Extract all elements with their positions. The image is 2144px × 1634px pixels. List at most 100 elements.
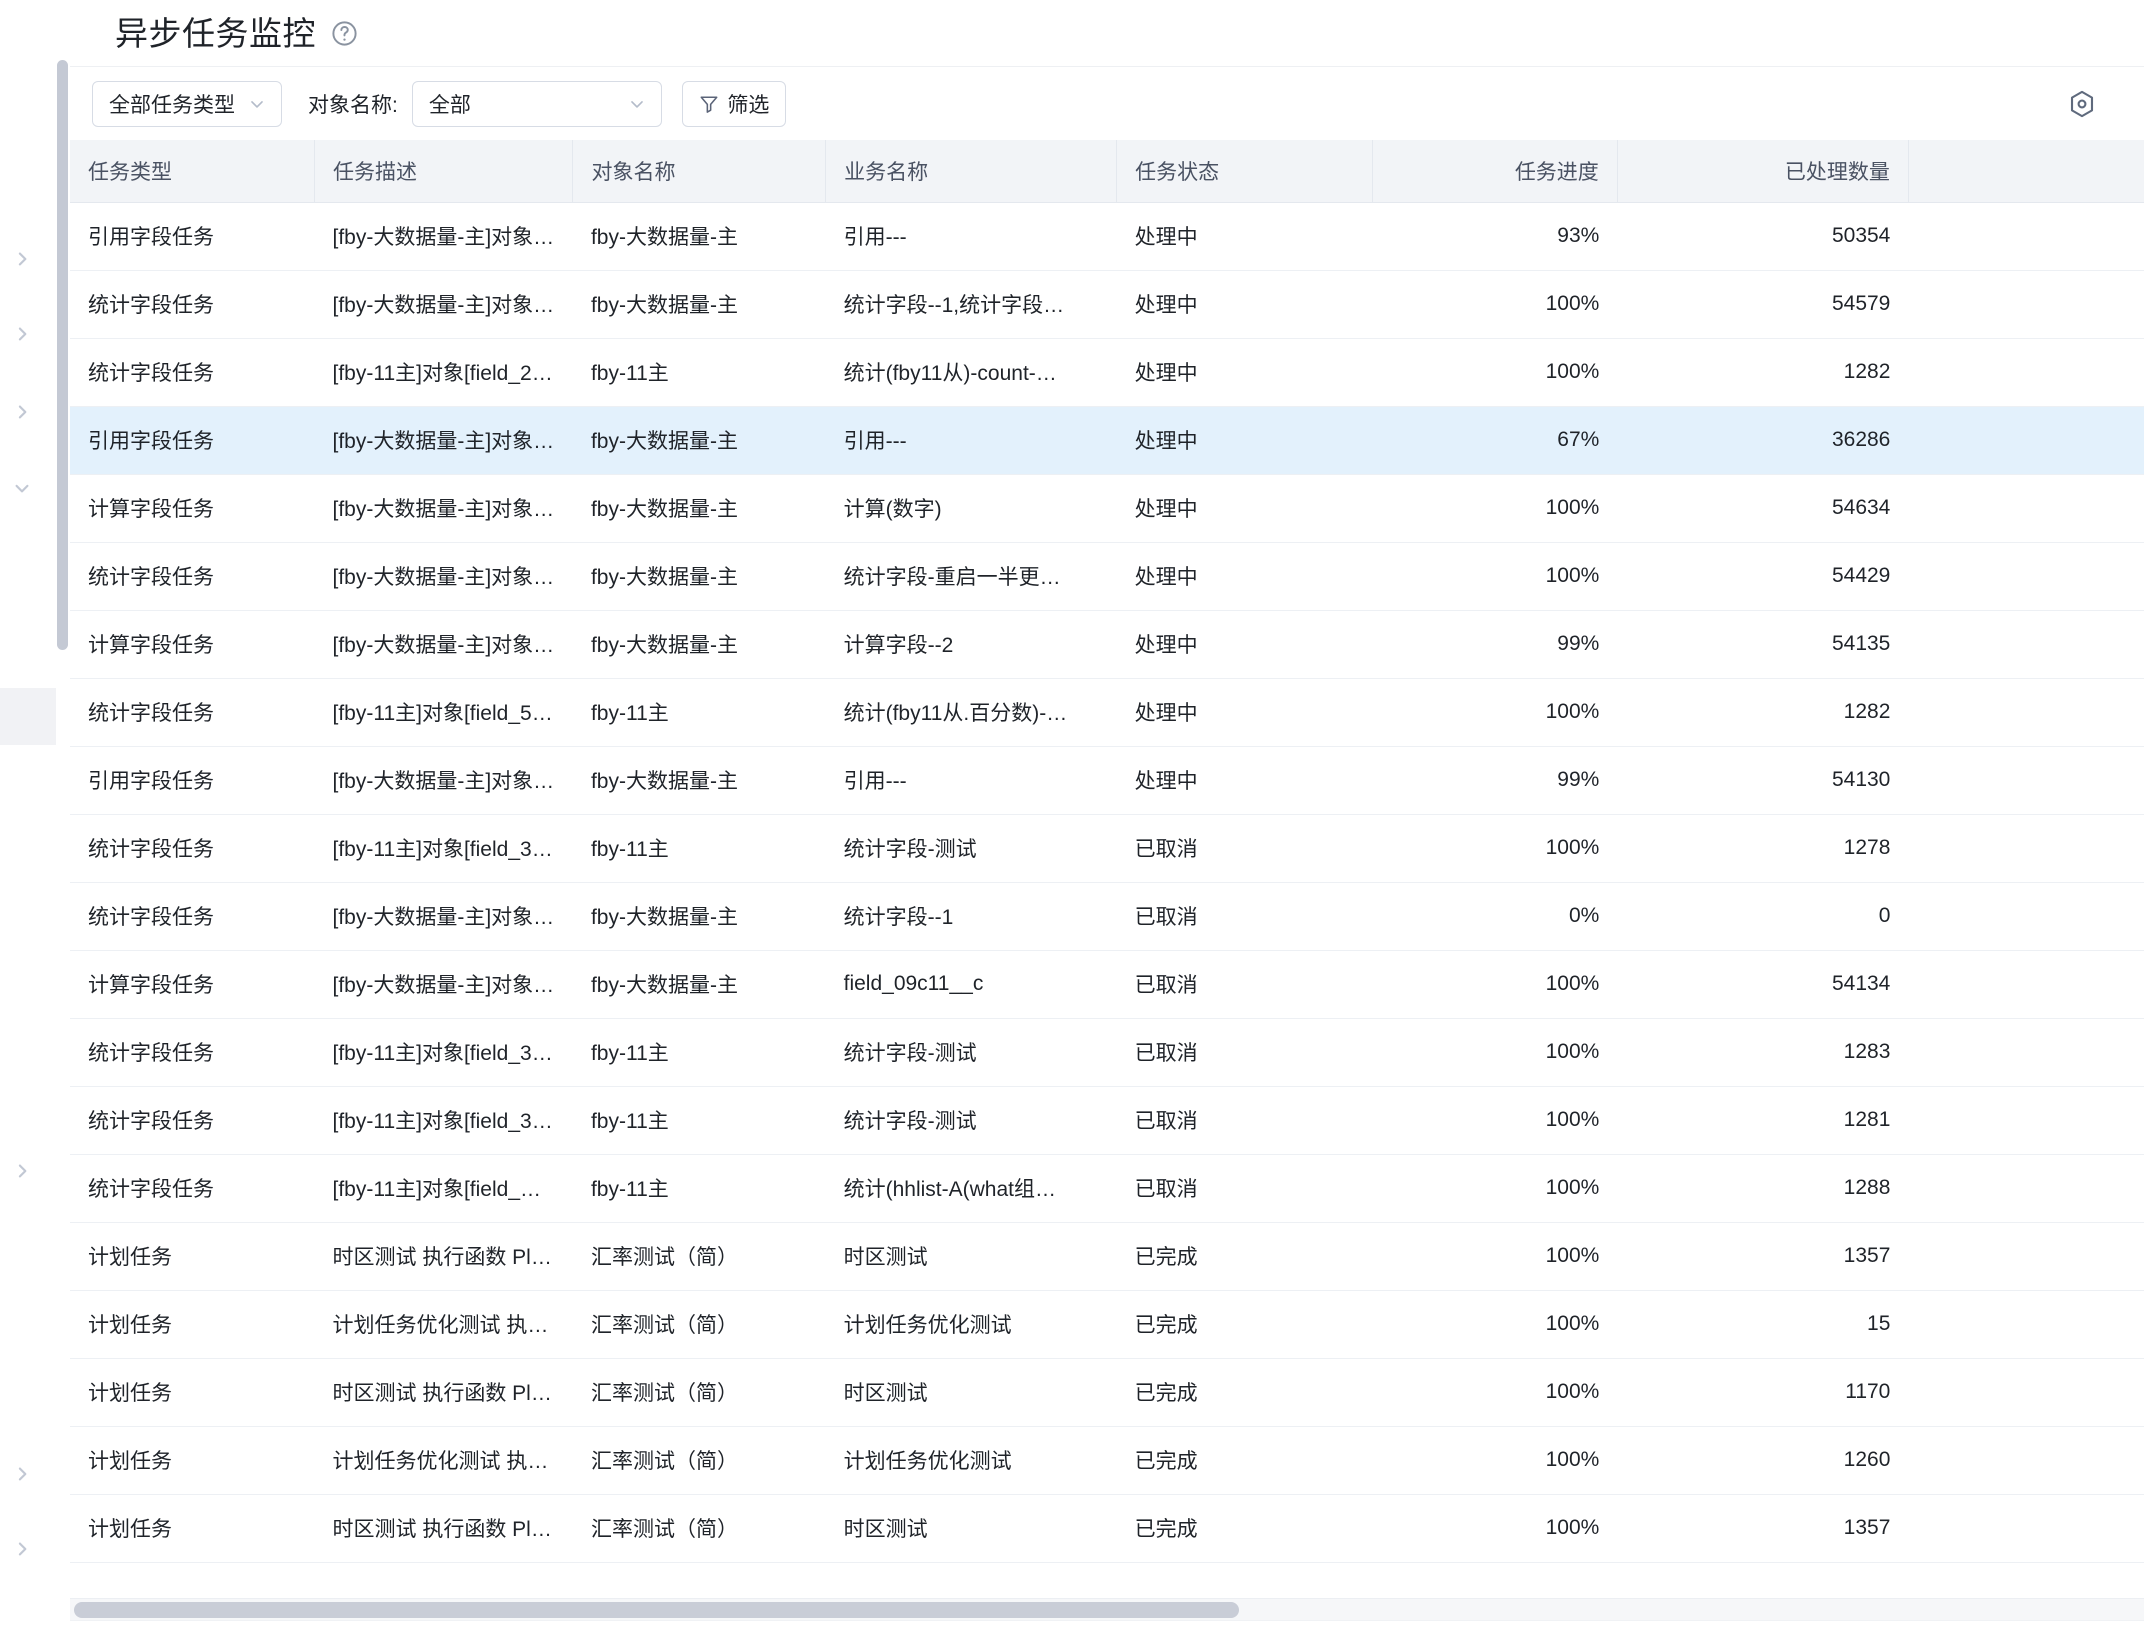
task-type-select[interactable]: 全部任务类型 [92, 81, 282, 127]
cell-task_type: 引用字段任务 [70, 746, 315, 815]
table-row[interactable]: 统计字段任务 [fby-大数据量-主]对象… fby-大数据量-主 统计字段-重启一半… [70, 542, 2144, 611]
table-row[interactable]: 统计字段任务 [fby-11主]对象[field_3… fby-11主 统计字段-测试… [70, 1018, 2144, 1087]
column-header-processed_count[interactable]: 已处理数量 [1617, 140, 1909, 203]
cell-task_type: 计划任务 [70, 1222, 315, 1291]
cell-task_type: 统计字段任务 [70, 338, 315, 407]
column-header-task_desc[interactable]: 任务描述 [314, 140, 574, 203]
cell-business_name: field_09c11__c [825, 950, 1117, 1019]
cell-total_count [1908, 1494, 2144, 1563]
cell-total_count [1908, 746, 2144, 815]
table-row[interactable]: 引用字段任务 [fby-大数据量-主]对象… fby-大数据量-主 引用--- 处理中 9… [70, 746, 2144, 815]
cell-task_status: 已完成 [1116, 1222, 1373, 1291]
column-header-task_status[interactable]: 任务状态 [1116, 140, 1374, 203]
task-table-scroll-container[interactable]: 任务类型任务描述对象名称业务名称任务状态任务进度已处理数量总 引用字段任务[fb… [70, 140, 2144, 1592]
cell-task_progress: 100% [1372, 1222, 1618, 1291]
table-row[interactable]: 计划任务 时区测试 执行函数 Pl… 汇率测试（简） 时区测试 已完成 100% 1357 [70, 1494, 2144, 1563]
table-row[interactable]: 计划任务 时区测试 执行函数 Pl… 汇率测试（简） 时区测试 已完成 100% 1357 [70, 1222, 2144, 1291]
column-header-object_name[interactable]: 对象名称 [572, 140, 827, 203]
horizontal-scrollbar-track[interactable] [70, 1598, 2144, 1620]
cell-total_count [1908, 1086, 2144, 1155]
table-row[interactable]: 计划任务 时区测试 执行函数 Pl… 汇率测试（简） 时区测试 已完成 100% 1170 [70, 1358, 2144, 1427]
chevron-right-icon[interactable] [8, 1157, 36, 1185]
cell-total_count [1908, 1290, 2144, 1359]
table-row[interactable]: 计算字段任务 [fby-大数据量-主]对象… fby-大数据量-主 计算字段--2 处理… [70, 610, 2144, 679]
cell-processed_count: 1357 [1617, 1222, 1909, 1291]
cell-task_type: 统计字段任务 [70, 542, 315, 611]
cell-task_type: 计划任务 [70, 1290, 315, 1359]
cell-task_desc: [fby-大数据量-主]对象… [314, 746, 573, 815]
cell-task_type: 统计字段任务 [70, 814, 315, 883]
cell-total_count [1908, 1154, 2144, 1223]
cell-total_count [1908, 542, 2144, 611]
cell-task_desc: 时区测试 执行函数 Pl… [314, 1494, 573, 1563]
hex-gear-icon[interactable] [2060, 82, 2104, 126]
column-header-task_progress[interactable]: 任务进度 [1372, 140, 1618, 203]
cell-task_progress: 100% [1372, 338, 1618, 407]
chevron-right-icon[interactable] [8, 245, 36, 273]
object-name-select[interactable]: 全部 [411, 81, 662, 127]
chevron-right-icon[interactable] [8, 320, 36, 348]
table-row[interactable]: 计算字段任务 [fby-大数据量-主]对象… fby-大数据量-主 计算(数字) 处理中… [70, 474, 2144, 543]
cell-task_type: 统计字段任务 [70, 1086, 315, 1155]
column-header-business_name[interactable]: 业务名称 [825, 140, 1118, 203]
chevron-right-icon[interactable] [8, 398, 36, 426]
table-row[interactable]: 计划任务 计划任务优化测试 执… 汇率测试（简） 计划任务优化测试 已完成 100% 15 [70, 1290, 2144, 1359]
cell-task_type: 统计字段任务 [70, 678, 315, 747]
cell-total_count [1908, 678, 2144, 747]
cell-task_type: 计划任务 [70, 1358, 315, 1427]
question-circle-icon[interactable] [330, 19, 359, 48]
horizontal-scrollbar-thumb[interactable] [74, 1602, 1239, 1618]
cell-business_name: 引用--- [825, 746, 1117, 815]
chevron-right-icon[interactable] [8, 1460, 36, 1488]
table-row[interactable]: 计划任务 计划任务优化测试 执… 汇率测试（简） 计划任务优化测试 已完成 100% 126… [70, 1426, 2144, 1495]
cell-task_status: 已取消 [1116, 1154, 1373, 1223]
cell-business_name: 统计(hhlist-A(what组… [825, 1154, 1117, 1223]
cell-task_status: 处理中 [1116, 542, 1373, 611]
table-row[interactable]: 统计字段任务 [fby-11主]对象[field_2… fby-11主 统计(fby1… [70, 338, 2144, 407]
table-row[interactable]: 统计字段任务 [fby-11主]对象[field_5… fby-11主 统计(fby1… [70, 678, 2144, 747]
chevron-down-icon[interactable] [8, 474, 36, 502]
async-task-monitor-page: 异步任务监控 全部任务类型 对象名称: 全部 筛选 任务类型 任务描述 对象名称… [0, 0, 2144, 1634]
table-row[interactable]: 引用字段任务 [fby-大数据量-主]对象… fby-大数据量-主 引用--- 处理中 9… [70, 202, 2144, 271]
cell-task_type: 计划任务 [70, 1494, 315, 1563]
cell-object_name: fby-大数据量-主 [572, 950, 826, 1019]
cell-processed_count: 36286 [1617, 406, 1909, 475]
cell-task_progress: 100% [1372, 814, 1618, 883]
cell-business_name: 统计字段-测试 [825, 814, 1117, 883]
filter-button-label: 筛选 [727, 94, 770, 117]
cell-object_name: fby-大数据量-主 [572, 474, 826, 543]
bottom-strip [70, 1620, 2144, 1634]
chevron-right-icon[interactable] [8, 1535, 36, 1563]
table-row[interactable]: 引用字段任务 [fby-大数据量-主]对象… fby-大数据量-主 引用--- 处理中 6… [70, 406, 2144, 475]
column-header-total_count[interactable]: 总 [1908, 140, 2144, 203]
table-row[interactable]: 统计字段任务 [fby-大数据量-主]对象… fby-大数据量-主 统计字段--1,统… [70, 270, 2144, 339]
cell-processed_count: 1278 [1617, 814, 1909, 883]
column-header-task_type[interactable]: 任务类型 [70, 140, 315, 203]
object-name-label: 对象名称: [308, 94, 398, 117]
cell-business_name: 计划任务优化测试 [825, 1290, 1117, 1359]
cell-task_desc: [fby-11主]对象[field_Y… [314, 1154, 573, 1223]
table-row[interactable]: 统计字段任务 [fby-11主]对象[field_3… fby-11主 统计字段-测试… [70, 1086, 2144, 1155]
table-row[interactable]: 统计字段任务 [fby-11主]对象[field_3… fby-11主 统计字段-测试… [70, 814, 2144, 883]
cell-object_name: fby-11主 [572, 1086, 826, 1155]
cell-processed_count: 0 [1617, 882, 1909, 951]
cell-processed_count: 1288 [1617, 1154, 1909, 1223]
cell-business_name: 统计字段-重启一半更… [825, 542, 1117, 611]
table-row[interactable]: 计算字段任务 [fby-大数据量-主]对象… fby-大数据量-主 field_09c… [70, 950, 2144, 1019]
cell-processed_count: 54579 [1617, 270, 1909, 339]
cell-task_desc: [fby-大数据量-主]对象… [314, 542, 573, 611]
cell-object_name: 汇率测试（简） [572, 1222, 826, 1291]
cell-task_desc: 计划任务优化测试 执… [314, 1426, 573, 1495]
left-rail [0, 0, 70, 1634]
filter-button[interactable]: 筛选 [681, 81, 786, 127]
sidebar-vertical-scrollbar-thumb[interactable] [57, 60, 68, 650]
cell-task_desc: 时区测试 执行函数 Pl… [314, 1358, 573, 1427]
table-row[interactable]: 统计字段任务 [fby-大数据量-主]对象… fby-大数据量-主 统计字段--1 已取… [70, 882, 2144, 951]
cell-object_name: fby-大数据量-主 [572, 202, 826, 271]
cell-task_progress: 100% [1372, 678, 1618, 747]
cell-task_type: 统计字段任务 [70, 882, 315, 951]
cell-task_desc: [fby-大数据量-主]对象… [314, 950, 573, 1019]
table-row[interactable]: 统计字段任务 [fby-11主]对象[field_Y… fby-11主 统计(hhli… [70, 1154, 2144, 1223]
chevron-down-icon [247, 94, 267, 114]
cell-total_count [1908, 610, 2144, 679]
